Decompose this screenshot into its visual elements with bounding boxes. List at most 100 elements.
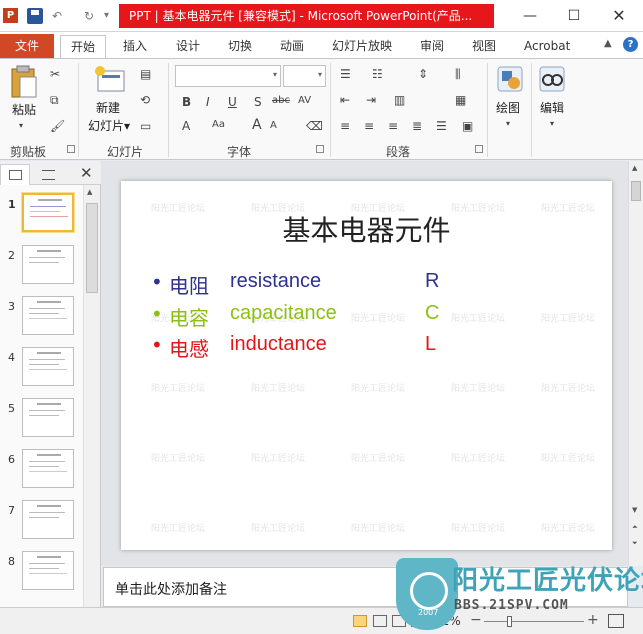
tab-acrobat[interactable]: Acrobat — [524, 35, 570, 58]
distributed-icon[interactable]: ☰ — [436, 119, 447, 133]
new-slide-label-1[interactable]: 新建 — [96, 99, 120, 116]
tab-insert[interactable]: 插入 — [123, 35, 147, 58]
font-size-combo[interactable]: ▾ — [283, 65, 326, 87]
cut-icon[interactable]: ✂ — [50, 67, 60, 81]
font-family-combo[interactable]: ▾ — [175, 65, 281, 87]
drawing-dropdown-icon[interactable]: ▾ — [506, 117, 510, 131]
clear-formatting-icon[interactable]: ⌫ — [306, 119, 323, 133]
help-icon[interactable]: ? — [623, 37, 638, 52]
slides-tab-icon[interactable] — [0, 164, 30, 185]
strikethrough-button[interactable]: abc — [272, 95, 290, 106]
numbering-icon[interactable]: ☷ — [372, 67, 383, 81]
tab-file[interactable]: 文件 — [0, 34, 54, 58]
increase-indent-icon[interactable]: ⇥ — [366, 93, 376, 107]
bullet-symbol: R — [425, 270, 440, 292]
editing-dropdown-icon[interactable]: ▾ — [550, 117, 554, 131]
slide-thumbnail[interactable] — [22, 296, 74, 335]
slide[interactable]: 阳光工匠论坛 阳光工匠论坛 阳光工匠论坛 阳光工匠论坛 阳光工匠论坛 阳光工匠论… — [121, 181, 612, 550]
tab-animations[interactable]: 动画 — [280, 35, 304, 58]
format-painter-icon[interactable]: 🖌 — [50, 119, 65, 133]
italic-button[interactable]: I — [206, 95, 210, 109]
slide-thumbnail[interactable] — [22, 245, 74, 284]
normal-view-icon[interactable] — [353, 615, 367, 627]
new-slide-icon[interactable] — [94, 65, 126, 95]
copy-icon[interactable]: ⧉ — [50, 93, 59, 107]
decrease-indent-icon[interactable]: ⇤ — [340, 93, 350, 107]
paste-label[interactable]: 粘贴 — [12, 101, 36, 118]
pane-scroll-thumb[interactable] — [86, 203, 98, 293]
maximize-button[interactable]: ☐ — [552, 0, 596, 32]
drawing-label[interactable]: 绘图 — [496, 99, 520, 116]
drawing-icon[interactable] — [496, 65, 524, 93]
customize-qat-icon[interactable]: ▾ — [104, 8, 109, 24]
bold-button[interactable]: B — [182, 95, 191, 109]
next-slide-icon[interactable]: ⏷ — [632, 539, 638, 548]
outline-tab-icon[interactable] — [32, 164, 66, 185]
scroll-up-icon[interactable]: ▲ — [87, 188, 92, 196]
slide-thumbnail[interactable] — [22, 398, 74, 437]
minimize-button[interactable]: — — [508, 0, 552, 32]
tab-home[interactable]: 开始 — [60, 35, 107, 58]
layout-icon[interactable]: ▤ — [140, 67, 151, 81]
new-slide-label-2[interactable]: 幻灯片▾ — [88, 117, 130, 134]
slide-thumbnail[interactable] — [22, 500, 74, 539]
underline-button[interactable]: U — [228, 95, 237, 109]
scroll-up-icon[interactable]: ▲ — [632, 164, 637, 172]
pane-close-icon[interactable]: ✕ — [80, 164, 93, 182]
slide-scroll-thumb[interactable] — [631, 181, 641, 201]
tab-view[interactable]: 视图 — [472, 35, 496, 58]
justify-icon[interactable]: ≣ — [412, 119, 422, 133]
change-case-button[interactable]: Aa — [212, 119, 225, 130]
save-icon[interactable] — [27, 8, 43, 24]
tab-transitions[interactable]: 切换 — [228, 35, 252, 58]
clipboard-launcher-icon[interactable] — [67, 145, 75, 153]
text-direction-icon[interactable]: ⫼ — [455, 67, 461, 81]
paste-icon[interactable] — [10, 65, 38, 99]
section-icon[interactable]: ▭ — [140, 119, 151, 133]
pane-scrollbar[interactable]: ▲ — [83, 185, 100, 607]
char-spacing-button[interactable]: AV — [298, 95, 311, 106]
watermark: 阳光工匠论坛 — [251, 524, 306, 534]
watermark: 阳光工匠论坛 — [151, 454, 206, 464]
font-launcher-icon[interactable] — [316, 145, 324, 153]
line-spacing-icon[interactable]: ⇕ — [418, 67, 428, 81]
tab-slideshow[interactable]: 幻灯片放映 — [332, 35, 392, 58]
close-button[interactable]: ✕ — [597, 0, 641, 32]
tab-review[interactable]: 审阅 — [420, 35, 444, 58]
paragraph-launcher-icon[interactable] — [475, 145, 483, 153]
slide-sorter-icon[interactable] — [373, 615, 387, 627]
shadow-button[interactable]: S — [254, 95, 262, 109]
editing-label[interactable]: 编辑 — [540, 99, 564, 116]
smartart-icon[interactable]: ▣ — [462, 119, 473, 133]
bullet-row[interactable]: • 电阻 resistance R — [151, 270, 611, 298]
thumbnail-number: 3 — [8, 300, 15, 313]
reset-icon[interactable]: ⟲ — [140, 93, 150, 107]
bullet-row[interactable]: • 电感 inductance L — [151, 333, 611, 361]
undo-icon[interactable]: ↶ — [52, 8, 62, 24]
tab-design[interactable]: 设计 — [176, 35, 200, 58]
bullets-icon[interactable]: ☰ — [340, 67, 351, 81]
slide-thumbnail[interactable] — [22, 551, 74, 590]
slide-thumbnail[interactable] — [22, 193, 74, 232]
slide-thumbnail[interactable] — [22, 449, 74, 488]
align-left-icon[interactable]: ≡ — [340, 119, 350, 133]
align-text-icon[interactable]: ▦ — [455, 93, 466, 107]
powerpoint-app-icon[interactable]: P — [3, 8, 18, 23]
collapse-ribbon-icon[interactable]: ▲ — [604, 38, 612, 49]
align-center-icon[interactable]: ≡ — [364, 119, 374, 133]
redo-icon[interactable]: ↻ — [84, 8, 94, 24]
paste-dropdown-icon[interactable]: ▾ — [19, 119, 23, 133]
font-color-button[interactable]: A — [182, 119, 190, 133]
bullet-row[interactable]: • 电容 capacitance C — [151, 302, 611, 330]
slide-thumbnail[interactable] — [22, 347, 74, 386]
columns-icon[interactable]: ▥ — [394, 93, 405, 107]
previous-slide-icon[interactable]: ⏶ — [632, 523, 638, 532]
shrink-font-button[interactable]: A — [270, 120, 277, 131]
scroll-down-icon[interactable]: ▼ — [632, 506, 637, 514]
grow-font-button[interactable]: A — [252, 117, 262, 133]
bullet-english: inductance — [230, 333, 327, 355]
align-right-icon[interactable]: ≡ — [388, 119, 398, 133]
editing-icon[interactable] — [538, 65, 566, 93]
slide-title[interactable]: 基本电器元件 — [121, 209, 612, 249]
slide-scrollbar[interactable]: ▲ ▼ ⏶ ⏷ — [628, 161, 643, 566]
